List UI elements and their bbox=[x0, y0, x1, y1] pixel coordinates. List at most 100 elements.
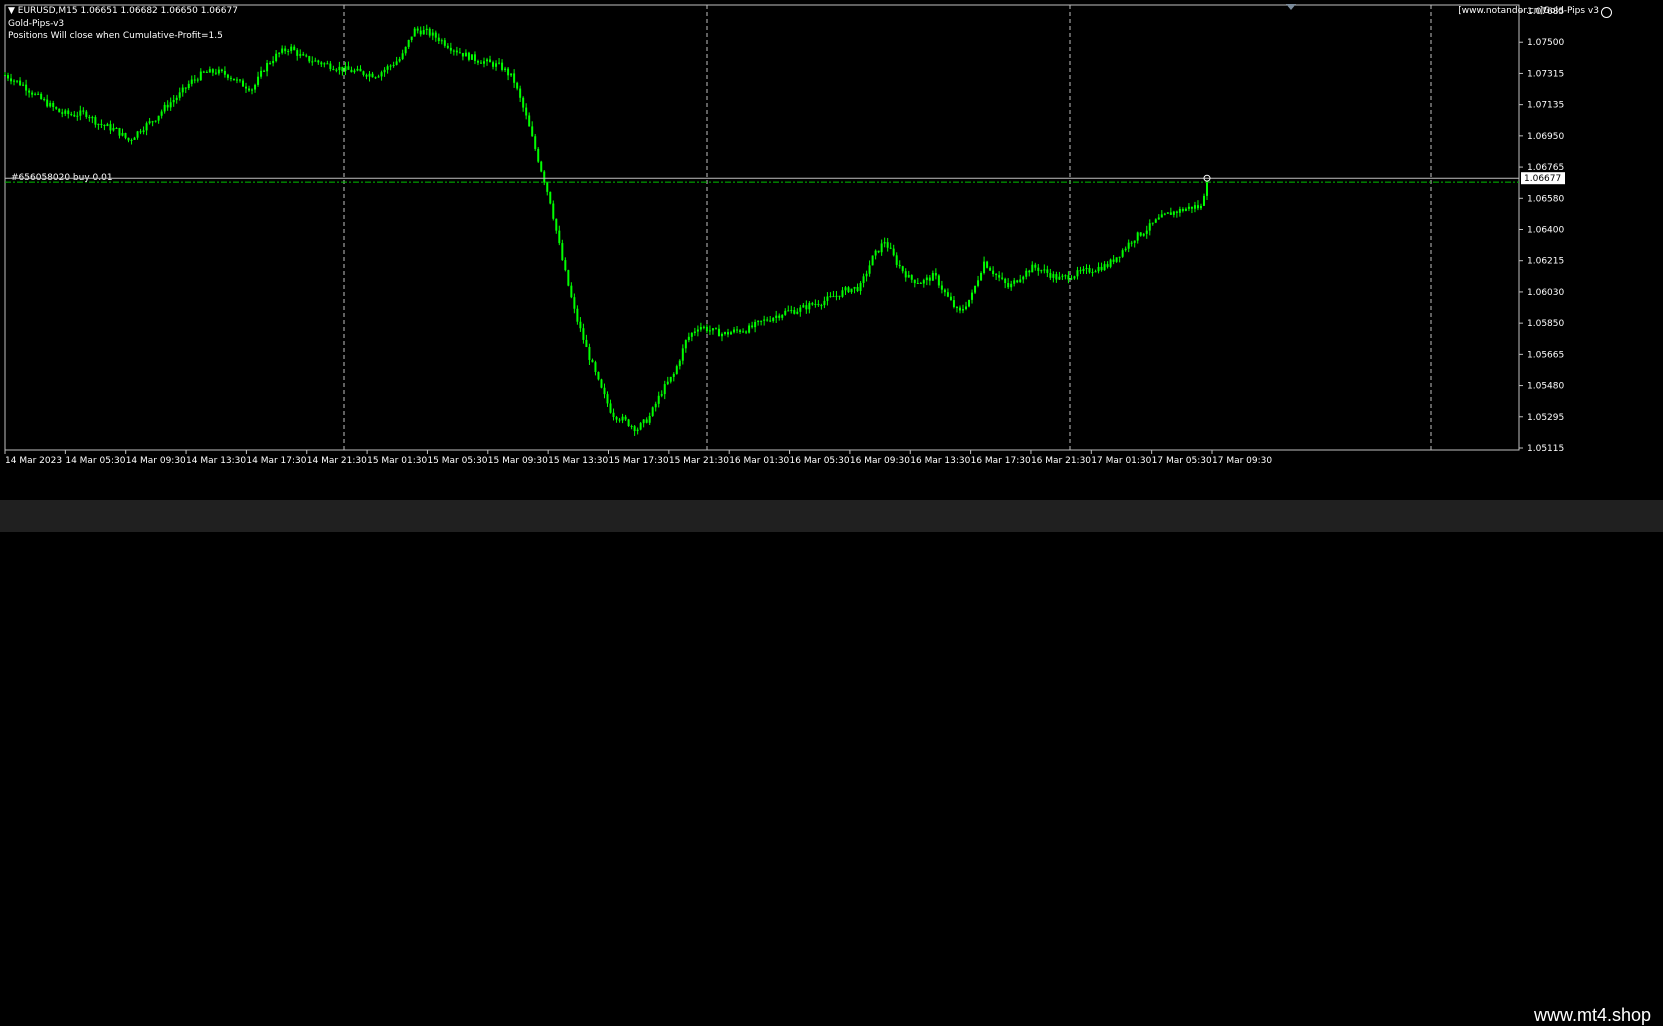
candle-body bbox=[461, 52, 464, 57]
candle-body bbox=[311, 61, 314, 63]
candle-body bbox=[359, 68, 362, 72]
candle-body bbox=[254, 84, 257, 90]
candle-body bbox=[251, 89, 254, 91]
candle-body bbox=[928, 277, 931, 281]
candle-body bbox=[1130, 242, 1133, 244]
candle-body bbox=[561, 243, 564, 261]
candle-body bbox=[392, 64, 395, 66]
candle-body bbox=[362, 71, 365, 75]
candle-body bbox=[130, 139, 133, 141]
candle-body bbox=[862, 276, 865, 283]
y-tick-label: 1.05115 bbox=[1527, 444, 1564, 454]
candle-body bbox=[751, 325, 754, 328]
candle-body bbox=[1145, 230, 1148, 234]
candle-body bbox=[238, 79, 241, 81]
candle-body bbox=[353, 70, 356, 73]
price-chart[interactable]: 1.076851.075001.073151.071351.069501.067… bbox=[0, 0, 1663, 500]
candle-body bbox=[1103, 264, 1106, 271]
plot-border bbox=[4, 4, 1520, 451]
candle-body bbox=[549, 191, 552, 204]
candle-body bbox=[615, 416, 618, 420]
chart-shift-marker[interactable] bbox=[1286, 4, 1296, 10]
candle-body bbox=[64, 110, 67, 114]
candle-body bbox=[775, 315, 778, 319]
candle-body bbox=[811, 303, 814, 305]
candle-body bbox=[983, 261, 986, 274]
candle-body bbox=[245, 86, 248, 89]
candle-body bbox=[723, 332, 726, 334]
candle-body bbox=[597, 371, 600, 380]
candle-body bbox=[145, 123, 148, 131]
x-tick-label: 16 Mar 21:30 bbox=[1031, 456, 1091, 466]
candle-body bbox=[1196, 205, 1199, 209]
candle-body bbox=[1163, 213, 1166, 215]
candle-body bbox=[736, 329, 739, 331]
candle-body bbox=[76, 115, 79, 117]
candle-body bbox=[118, 127, 121, 136]
x-tick-label: 16 Mar 09:30 bbox=[850, 456, 910, 466]
candle-body bbox=[853, 286, 856, 289]
candle-body bbox=[229, 77, 232, 79]
y-tick-label: 1.05850 bbox=[1527, 319, 1564, 329]
candle-body bbox=[968, 299, 971, 307]
candle-body bbox=[943, 289, 946, 293]
candle-body bbox=[699, 327, 702, 330]
candle-body bbox=[992, 270, 995, 275]
candle-body bbox=[531, 126, 534, 137]
candle-body bbox=[1010, 283, 1013, 288]
candle-body bbox=[395, 61, 398, 65]
candle-body bbox=[787, 310, 790, 312]
candle-body bbox=[489, 59, 492, 63]
candle-body bbox=[886, 242, 889, 248]
candle-body bbox=[398, 59, 401, 62]
x-tick-label: 15 Mar 09:30 bbox=[488, 456, 548, 466]
candle-body bbox=[269, 62, 272, 64]
candle-body bbox=[1067, 275, 1070, 280]
candle-body bbox=[946, 292, 949, 297]
candle-body bbox=[859, 282, 862, 292]
chart-window[interactable]: 1.07685 1.07500 1.07315 1.07135 1.06950 1.067… bbox=[0, 0, 1663, 500]
candle-body bbox=[25, 84, 28, 91]
candle-body bbox=[781, 314, 784, 318]
candle-body bbox=[1091, 272, 1094, 274]
candle-body bbox=[621, 416, 624, 421]
candle-body bbox=[407, 39, 410, 47]
smiley-icon[interactable] bbox=[1601, 7, 1612, 18]
candle-body bbox=[769, 320, 772, 322]
candle-body bbox=[501, 62, 504, 70]
candle-body bbox=[61, 112, 64, 114]
candle-body bbox=[82, 110, 85, 112]
candle-body bbox=[904, 271, 907, 278]
candle-body bbox=[266, 62, 269, 72]
candle-body bbox=[320, 62, 323, 65]
candle-body bbox=[199, 71, 202, 81]
candle-body bbox=[805, 305, 808, 310]
candle-body bbox=[745, 331, 748, 333]
candle-body bbox=[166, 104, 169, 108]
candle-body bbox=[419, 30, 422, 35]
candle-body bbox=[434, 32, 437, 38]
candle-body bbox=[570, 285, 573, 298]
candle-body bbox=[720, 333, 723, 337]
candle-body bbox=[49, 102, 52, 107]
candle-body bbox=[998, 275, 1001, 278]
candle-body bbox=[220, 69, 223, 71]
candle-body bbox=[404, 46, 407, 54]
candle-body bbox=[937, 275, 940, 286]
candle-body bbox=[431, 32, 434, 36]
candle-body bbox=[290, 46, 293, 51]
candle-body bbox=[793, 310, 796, 314]
candle-body bbox=[799, 307, 802, 312]
candle-body bbox=[356, 68, 359, 71]
candle-body bbox=[151, 121, 154, 123]
candle-body bbox=[922, 280, 925, 284]
candle-body bbox=[386, 66, 389, 70]
candle-body bbox=[678, 360, 681, 367]
candle-body bbox=[187, 83, 190, 89]
candle-body bbox=[627, 419, 630, 427]
x-tick-label: 14 Mar 21:30 bbox=[307, 456, 367, 466]
candle-body bbox=[344, 66, 347, 72]
candle-body bbox=[1136, 232, 1139, 241]
candle-body bbox=[654, 403, 657, 408]
candle-body bbox=[796, 311, 799, 314]
